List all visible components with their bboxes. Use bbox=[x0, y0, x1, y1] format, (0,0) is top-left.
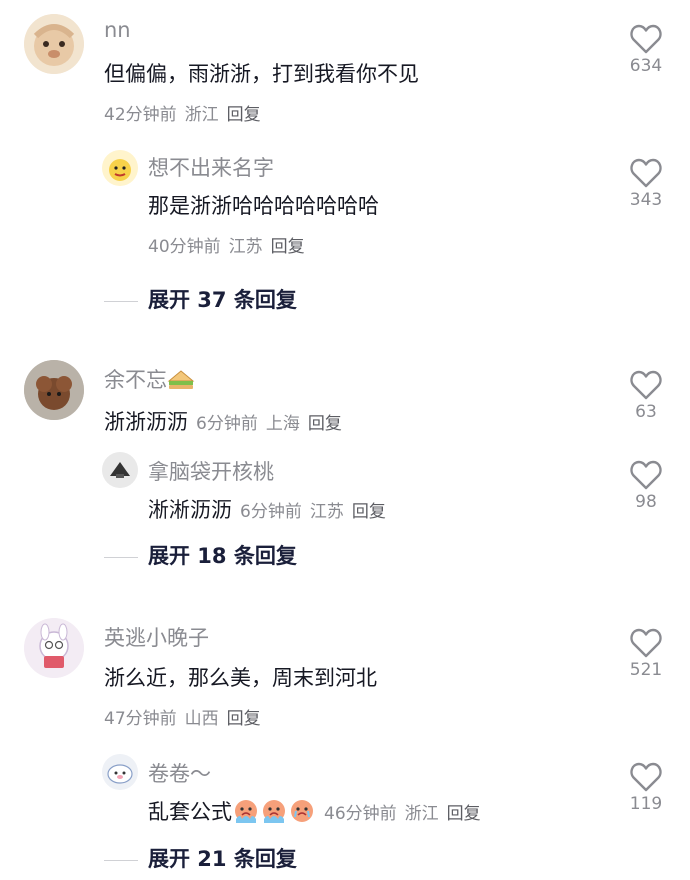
comment-meta: 47分钟前 山西 回复 bbox=[104, 704, 269, 729]
comment-time: 42分钟前 bbox=[104, 105, 177, 125]
heart-outline-icon bbox=[630, 628, 662, 658]
sandwich-emoji bbox=[167, 367, 195, 396]
crying-face-emoji bbox=[232, 797, 260, 828]
like-count: 98 bbox=[635, 492, 657, 512]
comment-time: 6分钟前 bbox=[196, 414, 258, 434]
reply-link[interactable]: 回复 bbox=[271, 237, 305, 257]
like-count: 521 bbox=[629, 660, 663, 680]
reply-location: 浙江 bbox=[404, 804, 439, 824]
reply-text-body: 乱套公式 bbox=[148, 800, 232, 824]
comment-meta: 6分钟前 上海 回复 bbox=[196, 414, 350, 434]
expand-label: 展开 21 条回复 bbox=[148, 847, 297, 871]
reply-avatar[interactable] bbox=[102, 754, 138, 790]
divider-line bbox=[104, 300, 138, 302]
expand-replies-button[interactable]: 展开 37 条回复 bbox=[104, 284, 297, 314]
expand-replies-button[interactable]: 展开 21 条回复 bbox=[104, 843, 297, 873]
comment-location: 山西 bbox=[184, 709, 219, 729]
username[interactable]: 卷卷～ bbox=[148, 758, 211, 788]
like-count: 63 bbox=[635, 402, 657, 422]
reply-meta: 6分钟前 江苏 回复 bbox=[240, 502, 394, 522]
heart-outline-icon bbox=[630, 460, 662, 490]
username[interactable]: 英逃小晚子 bbox=[104, 622, 209, 652]
like-count: 343 bbox=[629, 190, 663, 210]
reply-link[interactable]: 回复 bbox=[308, 414, 342, 434]
like-button[interactable]: 63 bbox=[616, 370, 676, 422]
crying-face-emoji bbox=[260, 797, 288, 828]
like-count: 119 bbox=[629, 794, 663, 814]
like-button[interactable]: 343 bbox=[616, 158, 676, 210]
reply-location: 江苏 bbox=[228, 237, 263, 257]
comment-location: 浙江 bbox=[184, 105, 219, 125]
reply-text: 乱套公式 46分钟前 浙江 回复 bbox=[148, 796, 489, 828]
username[interactable]: 拿脑袋开核桃 bbox=[148, 456, 274, 486]
expand-label: 展开 37 条回复 bbox=[148, 288, 297, 312]
like-button[interactable]: 634 bbox=[616, 24, 676, 76]
comment-text: 浙浙沥沥 6分钟前 上海 回复 bbox=[104, 406, 350, 436]
comment-time: 47分钟前 bbox=[104, 709, 177, 729]
reply-link[interactable]: 回复 bbox=[447, 804, 481, 824]
reply-text: 淅淅沥沥 6分钟前 江苏 回复 bbox=[148, 494, 394, 524]
reply-link[interactable]: 回复 bbox=[227, 709, 261, 729]
expand-replies-button[interactable]: 展开 18 条回复 bbox=[104, 540, 297, 570]
crying-face-emoji bbox=[288, 797, 316, 828]
reply-time: 6分钟前 bbox=[240, 502, 302, 522]
like-count: 634 bbox=[629, 56, 663, 76]
heart-outline-icon bbox=[630, 24, 662, 54]
reply-text: 那是浙浙哈哈哈哈哈哈哈 bbox=[148, 194, 379, 218]
reply-avatar[interactable] bbox=[102, 150, 138, 186]
heart-outline-icon bbox=[630, 762, 662, 792]
avatar[interactable] bbox=[24, 360, 84, 420]
reply-avatar[interactable] bbox=[102, 452, 138, 488]
username[interactable]: 想不出来名字 bbox=[148, 152, 274, 182]
username-text: 余不忘 bbox=[104, 368, 167, 392]
comment-meta: 42分钟前 浙江 回复 bbox=[104, 100, 269, 125]
like-button[interactable]: 98 bbox=[616, 460, 676, 512]
reply-text-body: 淅淅沥沥 bbox=[148, 498, 232, 522]
reply-time: 40分钟前 bbox=[148, 237, 221, 257]
comment-text-body: 浙浙沥沥 bbox=[104, 410, 188, 434]
reply-link[interactable]: 回复 bbox=[227, 105, 261, 125]
reply-meta: 46分钟前 浙江 回复 bbox=[324, 804, 489, 824]
divider-line bbox=[104, 859, 138, 861]
avatar[interactable] bbox=[24, 14, 84, 74]
username[interactable]: nn bbox=[104, 18, 131, 42]
username[interactable]: 余不忘 bbox=[104, 364, 195, 396]
heart-outline-icon bbox=[630, 370, 662, 400]
reply-time: 46分钟前 bbox=[324, 804, 397, 824]
avatar[interactable] bbox=[24, 618, 84, 678]
heart-outline-icon bbox=[630, 158, 662, 188]
reply-link[interactable]: 回复 bbox=[352, 502, 386, 522]
comment-text: 但偏偏，雨浙浙，打到我看你不见 bbox=[104, 62, 419, 86]
reply-meta: 40分钟前 江苏 回复 bbox=[148, 232, 313, 257]
like-button[interactable]: 521 bbox=[616, 628, 676, 680]
comment-text: 浙么近，那么美，周末到河北 bbox=[104, 666, 377, 690]
like-button[interactable]: 119 bbox=[616, 762, 676, 814]
divider-line bbox=[104, 556, 138, 558]
comment-location: 上海 bbox=[265, 414, 300, 434]
reply-location: 江苏 bbox=[309, 502, 344, 522]
expand-label: 展开 18 条回复 bbox=[148, 544, 297, 568]
